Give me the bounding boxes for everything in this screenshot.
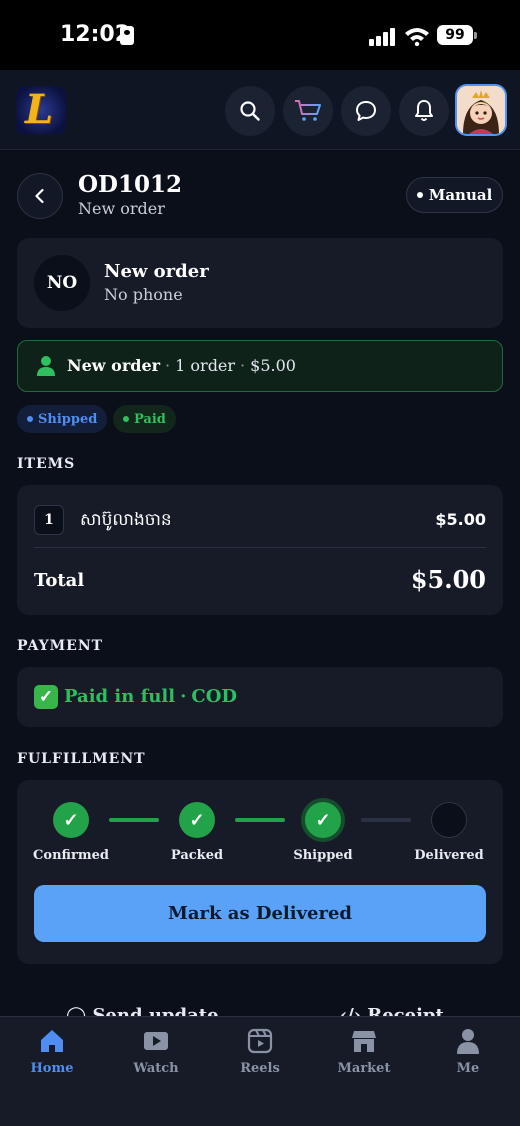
nav-me[interactable]: Me: [428, 1027, 508, 1076]
id-card-icon: [120, 26, 134, 45]
fulfillment-card: ✓ ✓ ✓ Confirmed Packed Shipped Delivered…: [17, 780, 503, 964]
battery-indicator: 99: [437, 25, 477, 45]
customer-name: New order: [104, 261, 209, 282]
messages-button[interactable]: [341, 86, 391, 136]
avatar-illustration: [457, 86, 505, 134]
status-bar: 12:02 99: [0, 0, 520, 70]
separator: ·: [240, 356, 246, 375]
back-button[interactable]: [17, 173, 63, 219]
step-connector: [109, 818, 159, 822]
summary-amount: $5.00: [250, 356, 296, 375]
fulfillment-section-title: FULFILLMENT: [17, 751, 146, 767]
step-delivered-circle-icon: [431, 802, 467, 838]
chevron-left-icon: [35, 188, 44, 204]
summary-text: New order · 1 order · $5.00: [67, 356, 296, 375]
nav-me-label: Me: [456, 1061, 480, 1076]
dot-icon: [416, 192, 423, 198]
step-label-packed: Packed: [170, 848, 224, 863]
step-connector: [235, 818, 285, 822]
payment-status-label: Paid in full: [64, 686, 176, 707]
cart-icon: [295, 100, 321, 121]
items-section-title: ITEMS: [17, 456, 76, 472]
dot-icon: [123, 416, 129, 422]
nav-market[interactable]: Market: [324, 1027, 404, 1076]
shipped-badge: Shipped: [17, 405, 108, 433]
step-connector: [361, 818, 411, 822]
nav-watch-label: Watch: [133, 1061, 179, 1076]
customer-summary-bar[interactable]: New order · 1 order · $5.00: [17, 340, 503, 392]
total-label: Total: [34, 570, 85, 591]
home-icon: [41, 1030, 63, 1052]
payment-method: COD: [191, 686, 238, 707]
chat-icon: [356, 101, 376, 121]
cart-button[interactable]: [283, 86, 333, 136]
customer-avatar: NO: [34, 255, 90, 311]
payment-card: ✓ Paid in full · COD: [17, 667, 503, 727]
app-logo[interactable]: L: [16, 86, 66, 134]
notifications-button[interactable]: [399, 86, 449, 136]
reels-icon: [247, 1028, 273, 1054]
search-button[interactable]: [225, 86, 275, 136]
order-status-subtitle: New order: [78, 199, 165, 218]
person-icon: [457, 1029, 479, 1054]
nav-reels[interactable]: Reels: [220, 1027, 300, 1076]
wifi-icon: [405, 28, 429, 46]
store-icon: [352, 1031, 376, 1052]
dot-icon: [27, 416, 33, 422]
check-icon: ✓: [34, 685, 58, 709]
bell-icon: [415, 100, 433, 121]
nav-watch[interactable]: Watch: [116, 1027, 196, 1076]
shipped-badge-label: Shipped: [38, 411, 98, 427]
bottom-navigation: Home Watch Reels Market Me: [0, 1016, 520, 1126]
step-packed-check-icon: ✓: [179, 802, 215, 838]
summary-orders: 1 order: [175, 356, 236, 375]
paid-badge-label: Paid: [134, 411, 166, 427]
profile-avatar[interactable]: [455, 84, 507, 136]
paid-badge: Paid: [113, 405, 176, 433]
nav-home[interactable]: Home: [12, 1027, 92, 1076]
mark-delivered-button[interactable]: Mark as Delivered: [34, 885, 486, 942]
item-name[interactable]: សាប៊ូលាងចាន: [80, 509, 172, 534]
customer-card[interactable]: NO New order No phone: [17, 238, 503, 328]
step-label-shipped: Shipped: [293, 848, 353, 863]
logo-letter: L: [25, 86, 54, 133]
nav-market-label: Market: [337, 1061, 391, 1076]
item-quantity: 1: [34, 505, 64, 535]
order-source-badge[interactable]: Manual: [406, 177, 503, 213]
items-card: 1 សាប៊ូលាងចាន $5.00 Total $5.00: [17, 485, 503, 615]
search-icon: [240, 101, 260, 121]
separator: ·: [165, 356, 171, 375]
step-label-delivered: Delivered: [414, 848, 484, 863]
order-id-title: OD1012: [78, 171, 182, 198]
total-value: $5.00: [410, 565, 486, 594]
play-icon: [144, 1032, 168, 1050]
summary-name: New order: [67, 356, 161, 375]
item-price: $5.00: [435, 510, 486, 529]
payment-status: Paid in full · COD: [64, 686, 237, 707]
top-app-bar: L: [0, 70, 520, 150]
divider: [34, 547, 486, 548]
customer-phone: No phone: [104, 285, 183, 304]
step-confirmed-check-icon: ✓: [53, 802, 89, 838]
signal-icon: [369, 28, 395, 46]
nav-reels-label: Reels: [240, 1061, 280, 1076]
person-icon: [37, 356, 55, 376]
order-source-label: Manual: [428, 186, 493, 204]
step-shipped-check-icon: ✓: [305, 802, 341, 838]
step-label-confirmed: Confirmed: [33, 848, 109, 863]
payment-section-title: PAYMENT: [17, 638, 104, 654]
nav-home-label: Home: [30, 1061, 74, 1076]
separator: ·: [180, 686, 187, 707]
